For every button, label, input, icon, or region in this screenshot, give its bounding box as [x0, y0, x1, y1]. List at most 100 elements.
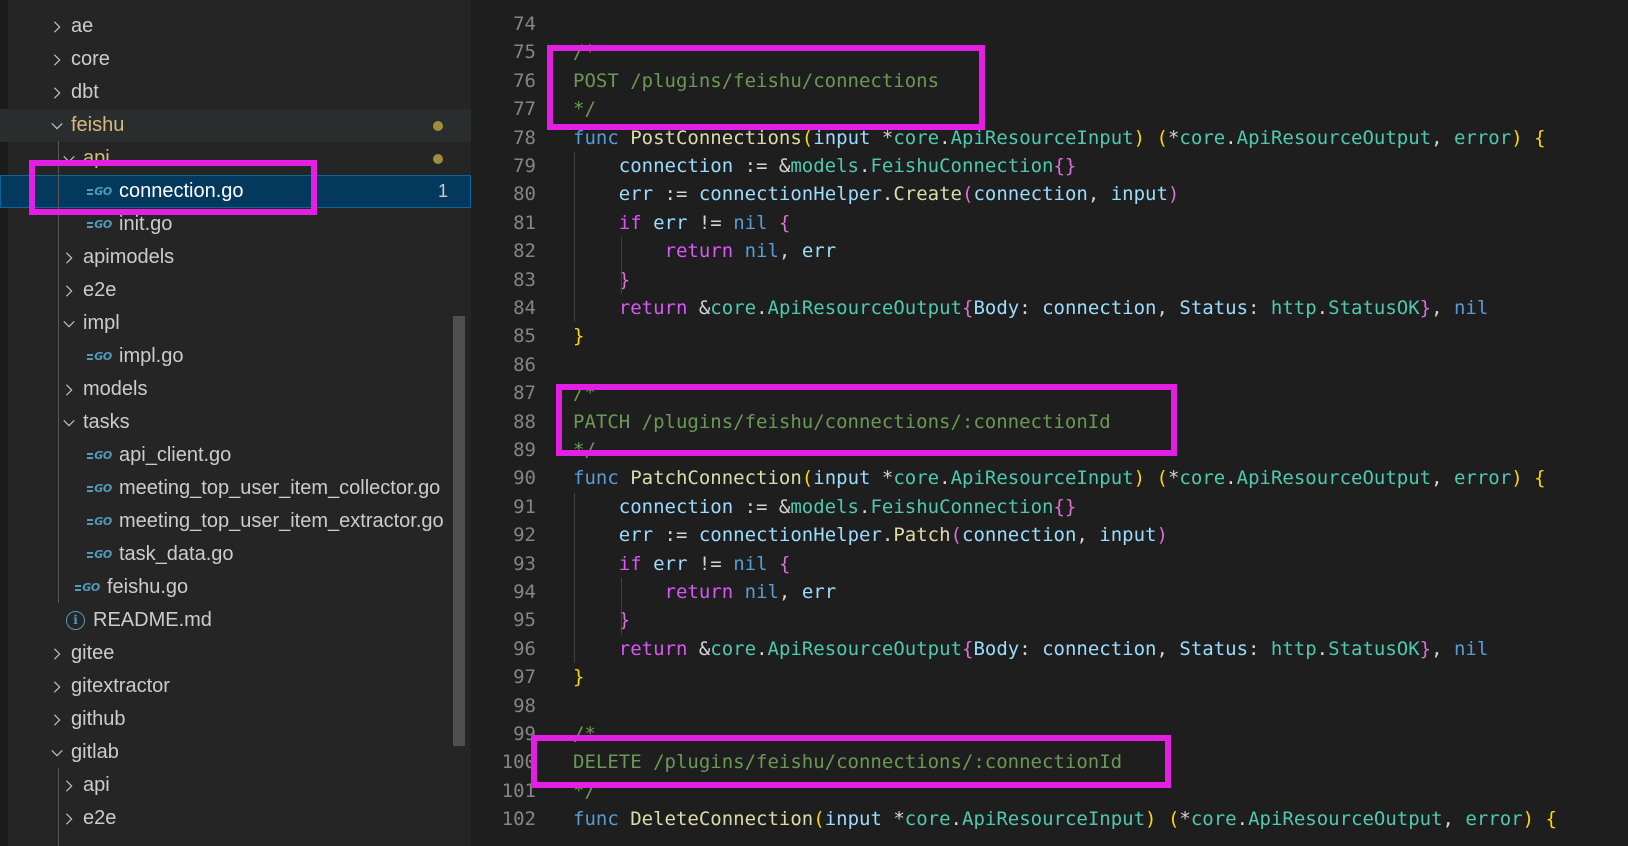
tree-item[interactable]: github	[0, 703, 471, 736]
line-number: 92	[513, 524, 536, 547]
code-token: func	[573, 467, 631, 490]
tree-item-label: feishu	[71, 114, 125, 136]
code-token: )	[1511, 467, 1523, 490]
go-file-icon: GO	[87, 340, 116, 373]
chevron-right-icon[interactable]	[48, 10, 66, 43]
tree-item[interactable]: ae	[0, 10, 471, 43]
line-number: 77	[513, 98, 536, 121]
tree-item[interactable]: GO impl.go	[0, 340, 471, 373]
tree-item[interactable]: GO meeting_top_user_item_extractor.go	[0, 505, 471, 538]
highlight-box-patch-comment	[556, 384, 1177, 456]
indent-guide	[574, 152, 575, 323]
tree-item[interactable]: models	[0, 373, 471, 406]
code-token: .	[950, 808, 962, 831]
file-tree: ae core dbt feishu api GO connection.go 1 GO init…	[0, 10, 471, 835]
chevron-down-icon[interactable]	[60, 307, 78, 340]
tree-item[interactable]: dbt	[0, 76, 471, 109]
chevron-right-icon[interactable]	[60, 373, 78, 406]
explorer-scrollbar[interactable]	[453, 316, 465, 746]
code-token: FeishuConnection	[870, 155, 1054, 177]
tree-item[interactable]: feishu	[0, 109, 471, 142]
code-token: .	[939, 467, 951, 490]
code-token: ,	[778, 240, 802, 263]
code-text: }	[573, 322, 584, 350]
go-file-icon: GO	[87, 439, 116, 472]
tree-item[interactable]: e2e	[0, 274, 471, 307]
tree-item-label: README.md	[93, 609, 212, 631]
code-token: err	[618, 183, 654, 206]
info-icon: i	[66, 611, 85, 630]
code-token: {}	[1053, 495, 1077, 518]
tree-item[interactable]: tasks	[0, 406, 471, 439]
code-token: ,	[1431, 126, 1454, 149]
chevron-right-icon[interactable]	[60, 802, 78, 835]
code-token: Body	[973, 297, 1020, 319]
code-token: .	[881, 524, 894, 547]
code-token: ApiResourceInput	[962, 808, 1146, 831]
code-token: := &	[733, 495, 791, 518]
line-number: 88	[513, 410, 536, 433]
tree-item[interactable]: gitee	[0, 637, 471, 670]
chevron-right-icon[interactable]	[48, 76, 66, 109]
tree-item[interactable]: impl	[0, 307, 471, 340]
chevron-right-icon[interactable]	[48, 637, 66, 670]
chevron-right-icon[interactable]	[48, 43, 66, 76]
tree-item[interactable]: GO api_client.go	[0, 439, 471, 472]
tree-item[interactable]: GO meeting_top_user_item_collector.go	[0, 472, 471, 505]
indent-guide	[574, 492, 575, 664]
code-token: ,	[778, 581, 802, 603]
tree-item-label: gitee	[71, 642, 115, 664]
tree-item[interactable]: gitlab	[0, 736, 471, 769]
code-token: ,	[1442, 808, 1466, 831]
code-token: nil	[744, 581, 779, 603]
code-token: :=	[653, 183, 699, 206]
tree-item[interactable]: e2e	[0, 802, 471, 835]
code-token: Patch	[893, 524, 951, 547]
go-file-icon: GO	[87, 505, 116, 538]
tree-item-label: api_client.go	[119, 444, 232, 466]
tree-item[interactable]: core	[0, 43, 471, 76]
code-token: ApiResourceOutput	[767, 637, 962, 660]
chevron-right-icon[interactable]	[60, 274, 78, 307]
tree-item[interactable]: GO feishu.go	[0, 571, 471, 604]
line-number: 98	[513, 694, 536, 717]
code-token: *	[881, 467, 894, 490]
code-token: error	[1453, 126, 1512, 149]
code-token: {	[1545, 808, 1557, 831]
code-token: *	[1167, 467, 1180, 490]
chevron-down-icon[interactable]	[48, 109, 66, 142]
line-number: 81	[513, 211, 536, 234]
chevron-down-icon[interactable]	[60, 406, 78, 439]
code-token: err	[653, 552, 688, 575]
code-token: )	[1522, 808, 1535, 831]
chevron-right-icon[interactable]	[60, 769, 78, 802]
code-token: .	[881, 183, 894, 206]
chevron-down-icon[interactable]	[48, 736, 66, 769]
line-number: 93	[513, 552, 536, 575]
chevron-right-icon[interactable]	[60, 241, 78, 274]
go-file-icon: GO	[87, 538, 116, 571]
tree-item[interactable]: i README.md	[0, 604, 471, 637]
code-token: :	[1019, 637, 1043, 660]
tree-item-label: ae	[71, 15, 94, 37]
tree-item[interactable]: apimodels	[0, 241, 471, 274]
code-token: ApiResourceOutput	[1236, 126, 1432, 149]
tree-item[interactable]: GO task_data.go	[0, 538, 471, 571]
code-token: ApiResourceOutput	[1236, 467, 1432, 490]
code-token: err	[801, 581, 837, 603]
code-token: nil	[744, 240, 779, 263]
chevron-right-icon[interactable]	[48, 703, 66, 736]
modified-indicator	[433, 154, 443, 164]
chevron-right-icon[interactable]	[48, 670, 66, 703]
tree-item[interactable]: api	[0, 769, 471, 802]
tree-item[interactable]: gitextractor	[0, 670, 471, 703]
line-number: 83	[513, 268, 536, 291]
code-token: FeishuConnection	[870, 495, 1054, 518]
